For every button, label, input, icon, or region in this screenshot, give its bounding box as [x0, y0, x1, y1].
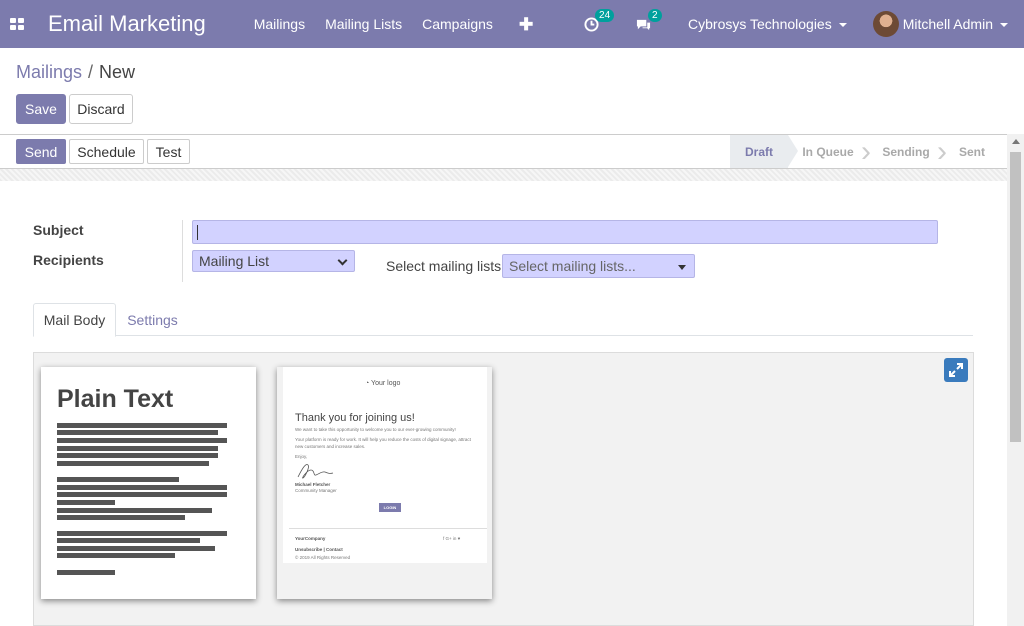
fullscreen-button[interactable]: [944, 358, 968, 382]
stage-sending: Sending ›: [882, 135, 947, 168]
menu-item-campaigns[interactable]: Campaigns: [422, 16, 493, 33]
placeholder-line: [57, 553, 175, 558]
tab-mail-body[interactable]: Mail Body: [33, 303, 116, 337]
breadcrumb-mailings[interactable]: Mailings: [16, 62, 82, 82]
placeholder-line: [57, 430, 218, 435]
stage-sent: Sent: [958, 144, 985, 159]
placeholder-line: [57, 446, 218, 451]
plus-icon[interactable]: ✚: [519, 16, 533, 33]
form-divider: [182, 220, 183, 282]
welcome-template-body: ◔ Your logo Thank you for joining us! We…: [283, 367, 487, 563]
send-button[interactable]: Send: [16, 139, 66, 164]
statusbar: Send Schedule Test Draft In Queue › Sendi…: [0, 134, 1024, 169]
caret-down-icon: [1000, 23, 1008, 28]
template-logo: ◔ Your logo: [365, 380, 401, 387]
stage-pipeline: Draft In Queue › Sending › Sent: [730, 135, 1000, 168]
breadcrumb-current: New: [99, 62, 136, 82]
subject-label: Subject: [33, 222, 84, 238]
template-text: Your platform is ready for work. It will…: [295, 437, 471, 442]
test-button[interactable]: Test: [147, 139, 190, 164]
chevron-down-icon: [337, 255, 348, 266]
template-plain-text[interactable]: Plain Text: [41, 367, 256, 599]
activity-count-badge: 24: [595, 8, 615, 22]
messaging-menu[interactable]: 2: [635, 8, 662, 32]
placeholder-line: [57, 546, 215, 551]
placeholder-line: [57, 485, 227, 490]
schedule-button[interactable]: Schedule: [69, 139, 144, 164]
notebook-tabs: Mail Body Settings: [33, 303, 973, 337]
signature-icon: [297, 464, 334, 479]
scroll-up-icon[interactable]: [1012, 139, 1020, 144]
sheet-background: [0, 169, 1007, 181]
avatar[interactable]: [872, 11, 899, 37]
activity-menu[interactable]: 24: [584, 8, 615, 32]
breadcrumb: Mailings / New: [16, 62, 136, 82]
menu-item-mailing-lists[interactable]: Mailing Lists: [325, 16, 402, 33]
template-role: Community Manager: [295, 488, 337, 493]
template-company: YourCompany: [295, 536, 326, 541]
placeholder-line: [57, 515, 185, 520]
user-name: Mitchell Admin: [902, 16, 993, 32]
placeholder-line: [57, 492, 227, 497]
template-copyright: © 2019 All Rights Reserved: [295, 555, 351, 560]
recipients-value: Mailing List: [199, 253, 270, 269]
company-name: Cybrosys Technologies: [688, 16, 832, 32]
placeholder-line: [57, 508, 212, 513]
discard-button[interactable]: Discard: [69, 94, 133, 124]
stage-draft: Draft: [730, 135, 798, 168]
systray: 24 2 Cybrosys Technologies Mitchell Admi…: [584, 0, 1024, 48]
template-text: Enjoy,: [295, 454, 308, 459]
mailing-lists-label: Select mailing lists:: [386, 258, 506, 274]
placeholder-line: [57, 477, 179, 482]
recipients-label: Recipients: [33, 252, 104, 268]
app-title[interactable]: Email Marketing: [48, 11, 206, 37]
caret-down-icon: [678, 265, 686, 270]
template-welcome[interactable]: ◔ Your logo Thank you for joining us! We…: [277, 367, 492, 599]
placeholder-line: [57, 423, 227, 428]
template-heading: Thank you for joining us!: [295, 412, 415, 424]
placeholder-line: [57, 570, 115, 575]
subject-input[interactable]: [192, 220, 938, 244]
top-navbar: Email Marketing Mailings Mailing Lists C…: [0, 0, 1024, 48]
placeholder-line: [57, 500, 115, 505]
placeholder-line: [57, 531, 227, 536]
placeholder-line: [57, 438, 227, 443]
template-signer: Michael Fletcher: [295, 482, 331, 487]
mailing-lists-select[interactable]: Select mailing lists...: [502, 254, 695, 278]
company-switcher[interactable]: Cybrosys Technologies: [688, 16, 847, 32]
template-unsubscribe: Unsubscribe | Contact: [295, 547, 343, 552]
recipients-select[interactable]: Mailing List: [192, 250, 355, 272]
expand-icon: [949, 363, 963, 377]
template-text: We want to take this opportunity to welc…: [295, 427, 456, 432]
template-social-icons: f G+ in ♥: [443, 536, 461, 541]
tab-settings[interactable]: Settings: [116, 303, 189, 336]
template-text: new customers and increase sales.: [295, 444, 366, 449]
mailing-lists-placeholder: Select mailing lists...: [509, 258, 636, 274]
message-count-badge: 2: [648, 8, 662, 22]
apps-grid-icon[interactable]: [10, 18, 24, 30]
main-menu: Mailings Mailing Lists Campaigns ✚: [254, 16, 533, 33]
plain-text-title: Plain Text: [57, 385, 174, 413]
stage-in-queue: In Queue ›: [802, 135, 871, 168]
template-login-button: LOGIN: [379, 503, 401, 512]
placeholder-line: [57, 538, 200, 543]
menu-item-mailings[interactable]: Mailings: [254, 16, 305, 33]
scrollbar[interactable]: [1007, 134, 1024, 626]
placeholder-line: [57, 461, 209, 466]
user-menu[interactable]: Mitchell Admin: [903, 16, 1008, 32]
scroll-thumb[interactable]: [1010, 152, 1021, 442]
save-button[interactable]: Save: [16, 94, 66, 124]
placeholder-line: [57, 453, 218, 458]
text-cursor: [197, 225, 198, 240]
caret-down-icon: [838, 23, 847, 28]
